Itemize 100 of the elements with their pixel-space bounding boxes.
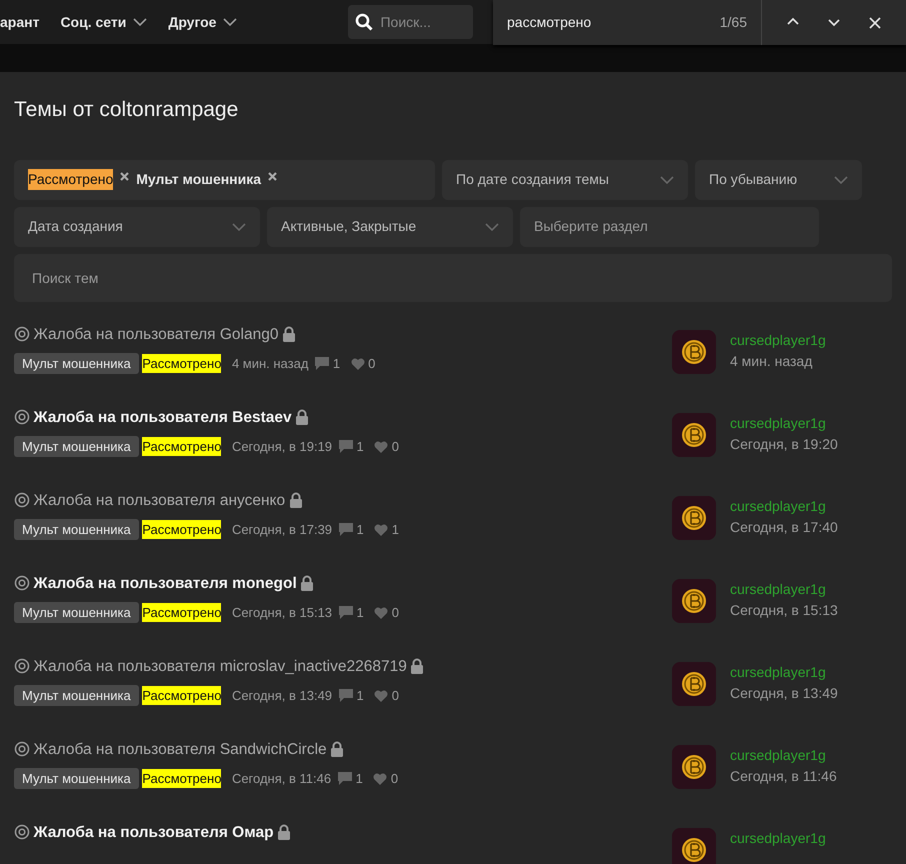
username-link[interactable]: cursedplayer1g [730,496,838,516]
like-count: 0 [392,686,400,705]
reply-count: 1 [356,770,363,788]
username-link[interactable]: cursedplayer1g [730,412,838,434]
dropdown-value: По убыванию [709,170,798,189]
search-field[interactable]: Поиск... [348,5,474,39]
chevron-down-icon [232,222,246,230]
status-label: Рассмотрено [142,436,222,456]
speech-bubble-icon [339,606,354,619]
username-link[interactable]: cursedplayer1g [730,330,826,350]
heart-icon [374,606,388,618]
like-count: 0 [392,604,400,622]
state-dropdown[interactable]: Активные, Закрытые [267,206,513,246]
remove-icon[interactable] [268,172,278,181]
nav-menu-item[interactable]: арант [0,12,40,32]
username-link[interactable]: cursedplayer1g [730,828,826,848]
date-dropdown[interactable]: Дата создания [14,206,260,246]
page-title: Темы от coltonrampage [14,97,240,123]
status-label: Рассмотрено [142,602,222,622]
thread-title-link[interactable]: Жалоба на пользователя Golang0 [34,322,278,346]
reply-count: 1 [356,520,364,539]
thread-date: Сегодня, в 15:13 [232,604,332,622]
lock-icon [330,741,344,758]
thread-title-link[interactable]: Жалоба на пользователя Омар [34,820,274,844]
coin-icon [681,836,707,862]
last-post-time: Сегодня, в 13:49 [730,684,838,703]
prefix-label: Мульт мошенника [14,602,139,624]
username-link[interactable]: cursedplayer1g [730,578,838,600]
speech-bubble-icon [339,440,354,453]
heart-icon [374,524,388,536]
speech-bubble-icon [338,772,352,785]
filter-tag: Мульт мошенника [136,169,262,190]
remove-icon[interactable] [120,172,130,181]
status-label: Рассмотрено [142,686,222,706]
dropdown-value: Активные, Закрытые [281,217,416,236]
nav-menu-item[interactable]: Другое [168,12,238,32]
thread-title-link[interactable]: Жалоба на пользователя анусенко [34,488,286,512]
search-icon [355,13,374,31]
reply-count: 1 [356,686,364,705]
thread-title-link[interactable]: Жалоба на пользователя monegol [34,572,297,595]
lock-icon [277,824,292,840]
thread-search-field[interactable]: Поиск тем [14,254,892,302]
like-count: 0 [390,770,398,788]
speech-bubble-icon [339,523,354,536]
coin-icon [681,588,707,614]
heart-icon [350,358,365,370]
filter-tag: Рассмотрено [28,169,114,190]
reply-count: 1 [356,438,364,456]
find-query-field[interactable]: рассмотрено [507,12,697,33]
section-dropdown[interactable]: Выберите раздел [520,206,819,246]
dropdown-placeholder: Выберите раздел [534,217,648,236]
coin-icon [681,504,707,530]
status-label: Рассмотрено [142,768,222,788]
thread-date: 4 мин. назад [232,354,308,373]
thread-date: Сегодня, в 19:19 [232,438,332,456]
coin-icon [681,754,707,780]
last-post-time: Сегодня, в 11:46 [730,766,837,786]
match-count: 1/65 [720,13,747,32]
last-post-time: 4 мин. назад [730,352,814,371]
username-link[interactable]: cursedplayer1g [730,744,837,766]
heart-icon [373,772,388,784]
prefix-label: Мульт мошенника [14,684,139,706]
dropdown-value: Дата создания [28,217,123,236]
thread-date: Сегодня, в 17:39 [232,520,332,539]
prefix-label: Мульт мошенника [14,768,139,790]
reply-count: 1 [332,354,340,373]
nav-menu-item[interactable]: Соц. сети [60,12,148,32]
thread-date: Сегодня, в 11:46 [232,770,332,788]
target-icon [14,741,30,758]
target-icon [14,658,30,674]
username-link[interactable]: cursedplayer1g [730,662,838,682]
target-icon [14,409,30,426]
thread-title-link[interactable]: Жалоба на пользователя microslav_inactive2268719 [34,654,407,678]
status-label: Рассмотрено [142,520,222,540]
prefix-label: Мульт мошенника [14,518,139,540]
lock-icon [300,575,314,592]
last-post-time: Сегодня, в 17:40 [730,518,838,537]
target-icon [14,824,30,840]
order-dropdown[interactable]: По убыванию [695,160,862,200]
target-icon [14,575,30,592]
lock-icon [295,409,310,426]
target-icon [14,326,30,342]
speech-bubble-icon [339,689,354,702]
lock-icon [410,658,424,674]
chevron-down-icon [834,176,848,184]
like-count: 0 [392,438,400,456]
tag-filter[interactable]: Рассмотрено Мульт мошенника [14,160,435,200]
thread-title-link[interactable]: Жалоба на пользователя SandwichCircle [34,738,327,761]
last-post-time: Сегодня, в 15:13 [730,600,838,620]
prefix-label: Мульт мошенника [14,436,139,458]
target-icon [14,492,30,508]
close-icon [868,16,882,30]
prefix-label: Мульт мошенника [14,352,139,374]
coin-icon [681,422,707,448]
like-count: 1 [392,520,400,539]
sort-dropdown[interactable]: По дате создания темы [442,160,688,200]
coin-icon [681,670,707,696]
dropdown-value: По дате создания темы [456,170,609,189]
thread-title-link[interactable]: Жалоба на пользователя Bestaev [34,406,292,429]
chevron-down-icon [660,176,674,184]
